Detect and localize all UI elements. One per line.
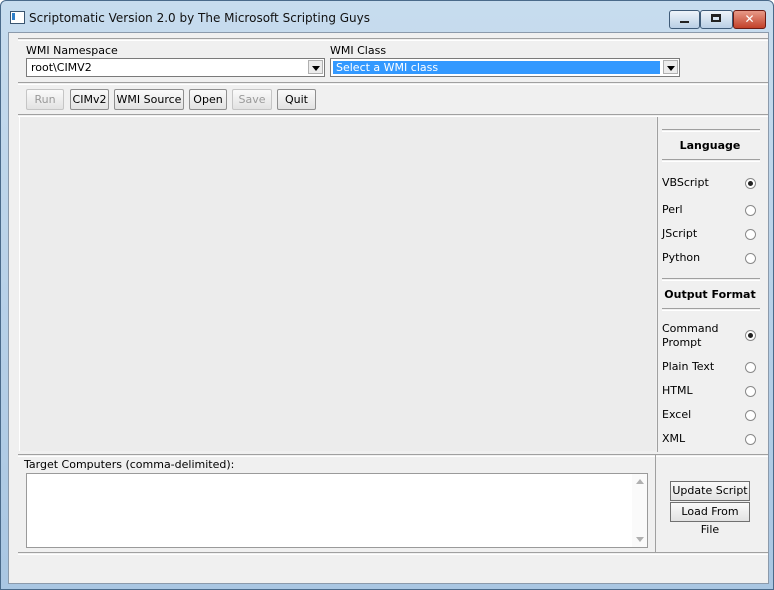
- radio-jscript[interactable]: [745, 229, 756, 240]
- radio-plain-text[interactable]: [745, 362, 756, 373]
- client-area: WMI Namespace WMI Class root\CIMV2 Selec…: [8, 32, 769, 584]
- language-option-jscript: JScript: [662, 227, 698, 240]
- output-format-heading: Output Format: [664, 288, 756, 301]
- open-button[interactable]: Open: [189, 89, 227, 110]
- format-option-plain-text: Plain Text: [662, 360, 715, 373]
- format-option-html: HTML: [662, 384, 693, 397]
- chevron-down-icon[interactable]: [308, 60, 323, 74]
- language-heading: Language: [679, 139, 741, 152]
- divider: [18, 82, 768, 85]
- app-window: Scriptomatic Version 2.0 by The Microsof…: [0, 0, 774, 590]
- namespace-label: WMI Namespace: [26, 44, 118, 57]
- target-computers-input[interactable]: [26, 473, 648, 548]
- radio-vbscript[interactable]: [745, 178, 756, 189]
- close-icon: ✕: [744, 12, 755, 26]
- update-script-button[interactable]: Update Script: [670, 481, 750, 501]
- minimize-button[interactable]: [669, 10, 700, 29]
- title-bar[interactable]: Scriptomatic Version 2.0 by The Microsof…: [1, 1, 773, 33]
- save-button[interactable]: Save: [232, 89, 272, 110]
- divider: [662, 129, 760, 132]
- radio-excel[interactable]: [745, 410, 756, 421]
- language-option-perl: Perl: [662, 203, 683, 216]
- radio-perl[interactable]: [745, 205, 756, 216]
- wmi-source-button[interactable]: WMI Source: [114, 89, 184, 110]
- language-option-vbscript: VBScript: [662, 176, 709, 189]
- radio-xml[interactable]: [745, 434, 756, 445]
- divider: [18, 552, 768, 555]
- scroll-down-icon[interactable]: [636, 537, 644, 542]
- run-button[interactable]: Run: [26, 89, 64, 110]
- divider: [18, 38, 768, 41]
- cimv2-button[interactable]: CIMv2: [70, 89, 109, 110]
- radio-python[interactable]: [745, 253, 756, 264]
- minimize-icon: [680, 21, 689, 23]
- maximize-button[interactable]: [700, 10, 733, 29]
- wmi-class-label: WMI Class: [330, 44, 387, 57]
- language-option-python: Python: [662, 251, 701, 264]
- wmi-class-dropdown[interactable]: Select a WMI class: [330, 58, 680, 77]
- chevron-down-icon[interactable]: [663, 60, 678, 74]
- wmi-class-value: Select a WMI class: [336, 61, 439, 74]
- format-option-command-prompt: Command Prompt: [662, 322, 719, 349]
- divider: [655, 454, 656, 552]
- format-option-excel: Excel: [662, 408, 692, 421]
- namespace-dropdown[interactable]: root\CIMV2: [26, 58, 325, 77]
- scrollbar[interactable]: [632, 474, 647, 547]
- radio-command-prompt[interactable]: [745, 330, 756, 341]
- format-option-xml: XML: [662, 432, 686, 445]
- radio-html[interactable]: [745, 386, 756, 397]
- close-button[interactable]: ✕: [733, 10, 766, 29]
- options-panel: Language VBScript Perl JScript Python Ou…: [657, 117, 768, 452]
- divider: [662, 159, 760, 162]
- scroll-up-icon[interactable]: [636, 479, 644, 484]
- divider: [662, 308, 760, 311]
- quit-button[interactable]: Quit: [277, 89, 316, 110]
- script-editor[interactable]: [19, 117, 656, 451]
- load-from-file-button[interactable]: Load From File: [670, 502, 750, 536]
- window-title: Scriptomatic Version 2.0 by The Microsof…: [29, 11, 371, 25]
- divider: [662, 278, 760, 281]
- app-icon: [10, 11, 25, 24]
- namespace-value: root\CIMV2: [31, 61, 92, 74]
- target-computers-label: Target Computers (comma-delimited):: [24, 458, 235, 471]
- maximize-icon: [711, 14, 721, 22]
